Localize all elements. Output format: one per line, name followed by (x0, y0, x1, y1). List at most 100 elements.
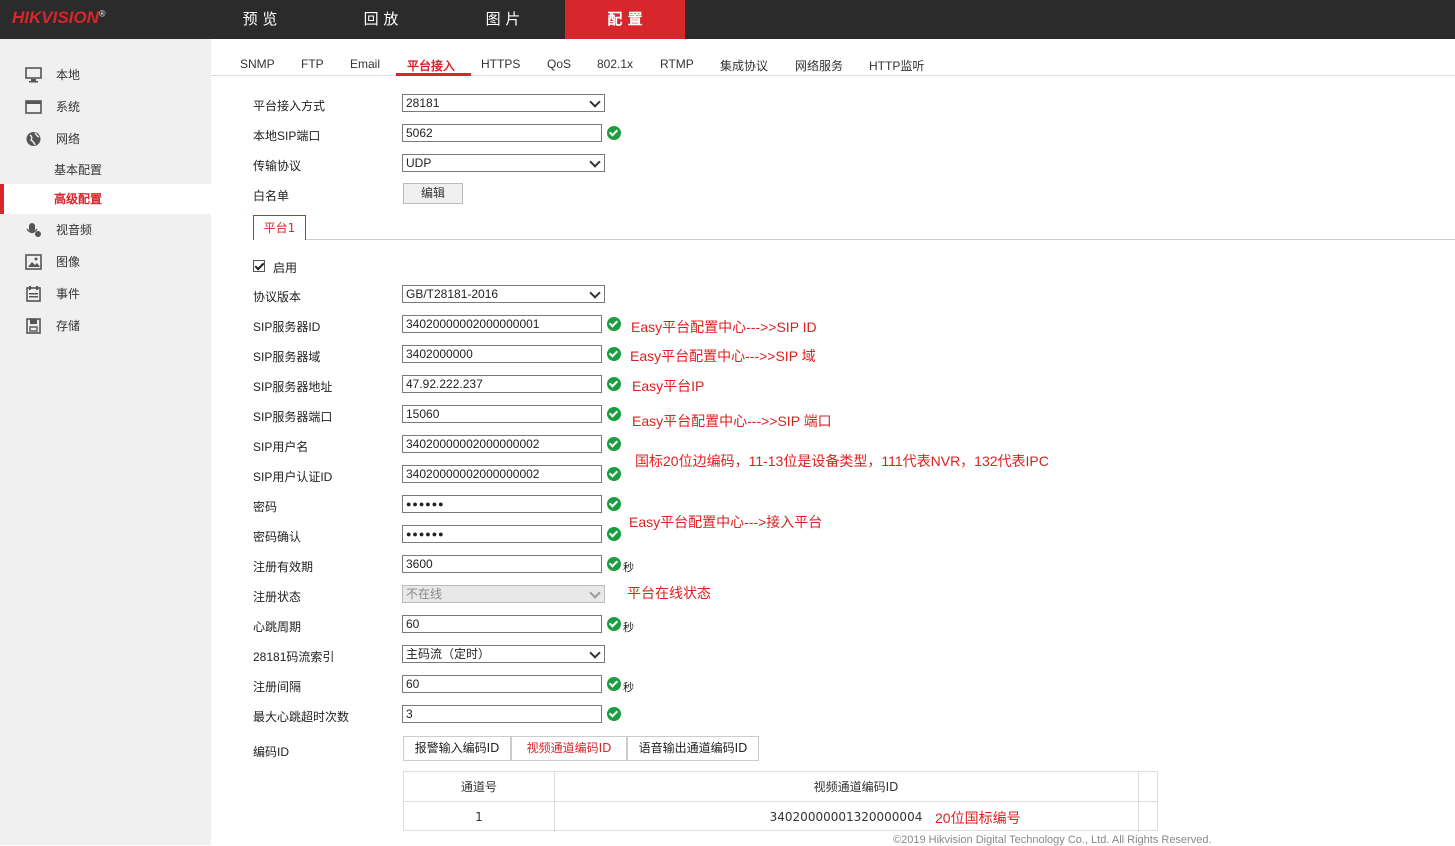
active-tab-underline (396, 73, 471, 76)
tab-snmp[interactable]: SNMP (240, 57, 275, 71)
sidebar-sub-advanced-config[interactable]: 高级配置 (0, 184, 211, 214)
reg-interval-label: 注册间隔 (253, 680, 302, 694)
sidebar-sub-basic-config[interactable]: 基本配置 (0, 155, 211, 185)
tab-http-listen[interactable]: HTTP监听 (869, 57, 924, 74)
copyright-footer: ©2019 Hikvision Digital Technology Co., … (893, 834, 1212, 846)
max-heartbeat-timeout-input[interactable]: 3 (402, 705, 602, 723)
table-header-channel: 通道号 (404, 772, 554, 802)
tab-ftp[interactable]: FTP (301, 57, 324, 71)
annotation-sip-domain: Easy平台配置中心--->>SIP 域 (630, 348, 816, 364)
stream-index-label: 28181码流索引 (253, 650, 335, 664)
reg-validity-label: 注册有效期 (253, 560, 314, 574)
nav-tab-picture[interactable]: 图 片 (443, 0, 563, 39)
check-icon (607, 317, 621, 331)
check-icon (607, 707, 621, 721)
check-icon (607, 377, 621, 391)
sip-server-domain-input[interactable]: 3402000000 (402, 345, 602, 363)
check-icon (607, 677, 621, 691)
sip-server-address-input[interactable]: 47.92.222.237 (402, 375, 602, 393)
sip-server-port-label: SIP服务器端口 (253, 410, 333, 424)
reg-validity-input[interactable]: 3600 (402, 555, 602, 573)
table-cell-code[interactable]: 34020000001320000004 (554, 802, 1138, 832)
channel-code-table: 通道号 视频通道编码ID 1 34020000001320000004 (403, 771, 1158, 832)
sip-server-port-input[interactable]: 15060 (402, 405, 602, 423)
microphone-icon (26, 223, 41, 237)
unit-seconds: 秒 (623, 681, 634, 694)
access-mode-select[interactable]: 28181 (402, 94, 605, 112)
sidebar-item-storage[interactable]: 存储 (0, 311, 211, 341)
tab-network-service[interactable]: 网络服务 (795, 57, 843, 74)
check-icon (607, 126, 621, 140)
tab-platform-access[interactable]: 平台接入 (407, 57, 455, 74)
whitelist-label: 白名单 (253, 189, 290, 203)
check-icon (607, 497, 621, 511)
max-heartbeat-timeout-label: 最大心跳超时次数 (253, 710, 350, 724)
whitelist-edit-button[interactable]: 编辑 (403, 183, 463, 204)
globe-icon (26, 132, 41, 146)
tab-qos[interactable]: QoS (547, 57, 571, 71)
sidebar-item-image[interactable]: 图像 (0, 247, 211, 277)
unit-seconds: 秒 (623, 621, 634, 634)
sidebar-item-audio-video[interactable]: 视音频 (0, 215, 211, 245)
transport-select[interactable]: UDP (402, 154, 605, 172)
check-icon (607, 527, 621, 541)
annotation-access: Easy平台配置中心--->接入平台 (629, 514, 823, 530)
sip-username-label: SIP用户名 (253, 440, 309, 454)
tab-platform-1[interactable]: 平台1 (253, 215, 306, 240)
annotation-sip-port: Easy平台配置中心--->>SIP 端口 (632, 413, 832, 429)
check-icon (607, 617, 621, 631)
annotation-sip-id: Easy平台配置中心--->>SIP ID (631, 319, 817, 335)
check-icon (607, 407, 621, 421)
sip-server-id-input[interactable]: 34020000002000000001 (402, 315, 602, 333)
storage-disk-icon (26, 318, 41, 334)
annotation-code20: 20位国标编号 (935, 810, 1021, 826)
tab-video-channel-code-id[interactable]: 视频通道编码ID (511, 736, 627, 761)
nav-tab-playback[interactable]: 回 放 (321, 0, 441, 39)
tab-rtmp[interactable]: RTMP (660, 57, 694, 71)
enable-label: 启用 (273, 261, 298, 275)
tab-email[interactable]: Email (350, 57, 380, 71)
sip-username-input[interactable]: 34020000002000000002 (402, 435, 602, 453)
stream-index-select[interactable]: 主码流（定时） (402, 645, 605, 663)
password-input[interactable]: ●●●●●● (402, 495, 602, 513)
heartbeat-label: 心跳周期 (253, 620, 302, 634)
enable-checkbox[interactable] (253, 260, 265, 272)
sidebar: 本地 系统 网络 基本配置 高级配置 视音频 图像 事件 存储 (0, 39, 211, 845)
image-icon (25, 254, 42, 270)
reg-status-select: 不在线 (402, 585, 605, 603)
reg-status-label: 注册状态 (253, 590, 302, 604)
sip-server-address-label: SIP服务器地址 (253, 380, 333, 394)
tab-audio-output-code-id[interactable]: 语音输出通道编码ID (627, 736, 759, 761)
password-confirm-input[interactable]: ●●●●●● (402, 525, 602, 543)
sidebar-item-event[interactable]: 事件 (0, 279, 211, 309)
local-sip-port-input[interactable]: 5062 (402, 124, 602, 142)
sip-server-domain-label: SIP服务器域 (253, 350, 321, 364)
nav-tab-config[interactable]: 配 置 (565, 0, 685, 39)
network-advanced-tabs: SNMP FTP Email 平台接入 HTTPS QoS 802.1x RTM… (211, 39, 1455, 76)
protocol-version-select[interactable]: GB/T28181-2016 (402, 285, 605, 303)
reg-interval-input[interactable]: 60 (402, 675, 602, 693)
sip-auth-id-input[interactable]: 34020000002000000002 (402, 465, 602, 483)
tab-alarm-input-code-id[interactable]: 报警输入编码ID (403, 736, 511, 761)
monitor-icon (25, 67, 42, 83)
tab-integration-protocol[interactable]: 集成协议 (720, 57, 768, 74)
check-icon (607, 437, 621, 451)
code-id-label: 编码ID (253, 745, 290, 759)
password-confirm-label: 密码确认 (253, 530, 302, 544)
tab-8021x[interactable]: 802.1x (597, 57, 633, 71)
access-mode-label: 平台接入方式 (253, 99, 326, 113)
sidebar-item-local[interactable]: 本地 (0, 60, 211, 90)
top-navigation-bar: HIKVISION® 预 览 回 放 图 片 配 置 (0, 0, 1455, 39)
nav-tab-preview[interactable]: 预 览 (200, 0, 320, 39)
annotation-gb-code: 国标20位边编码，11-13位是设备类型，111代表NVR，132代表IPC (635, 453, 1049, 469)
sidebar-item-system[interactable]: 系统 (0, 92, 211, 122)
sidebar-item-network[interactable]: 网络 (0, 124, 211, 154)
sip-auth-id-label: SIP用户认证ID (253, 470, 333, 484)
heartbeat-input[interactable]: 60 (402, 615, 602, 633)
tab-https[interactable]: HTTPS (481, 57, 520, 71)
divider (253, 239, 1455, 240)
hikvision-logo: HIKVISION® (12, 8, 106, 27)
table-header-code: 视频通道编码ID (554, 772, 1158, 802)
transport-label: 传输协议 (253, 159, 302, 173)
table-cell-channel: 1 (475, 810, 483, 824)
